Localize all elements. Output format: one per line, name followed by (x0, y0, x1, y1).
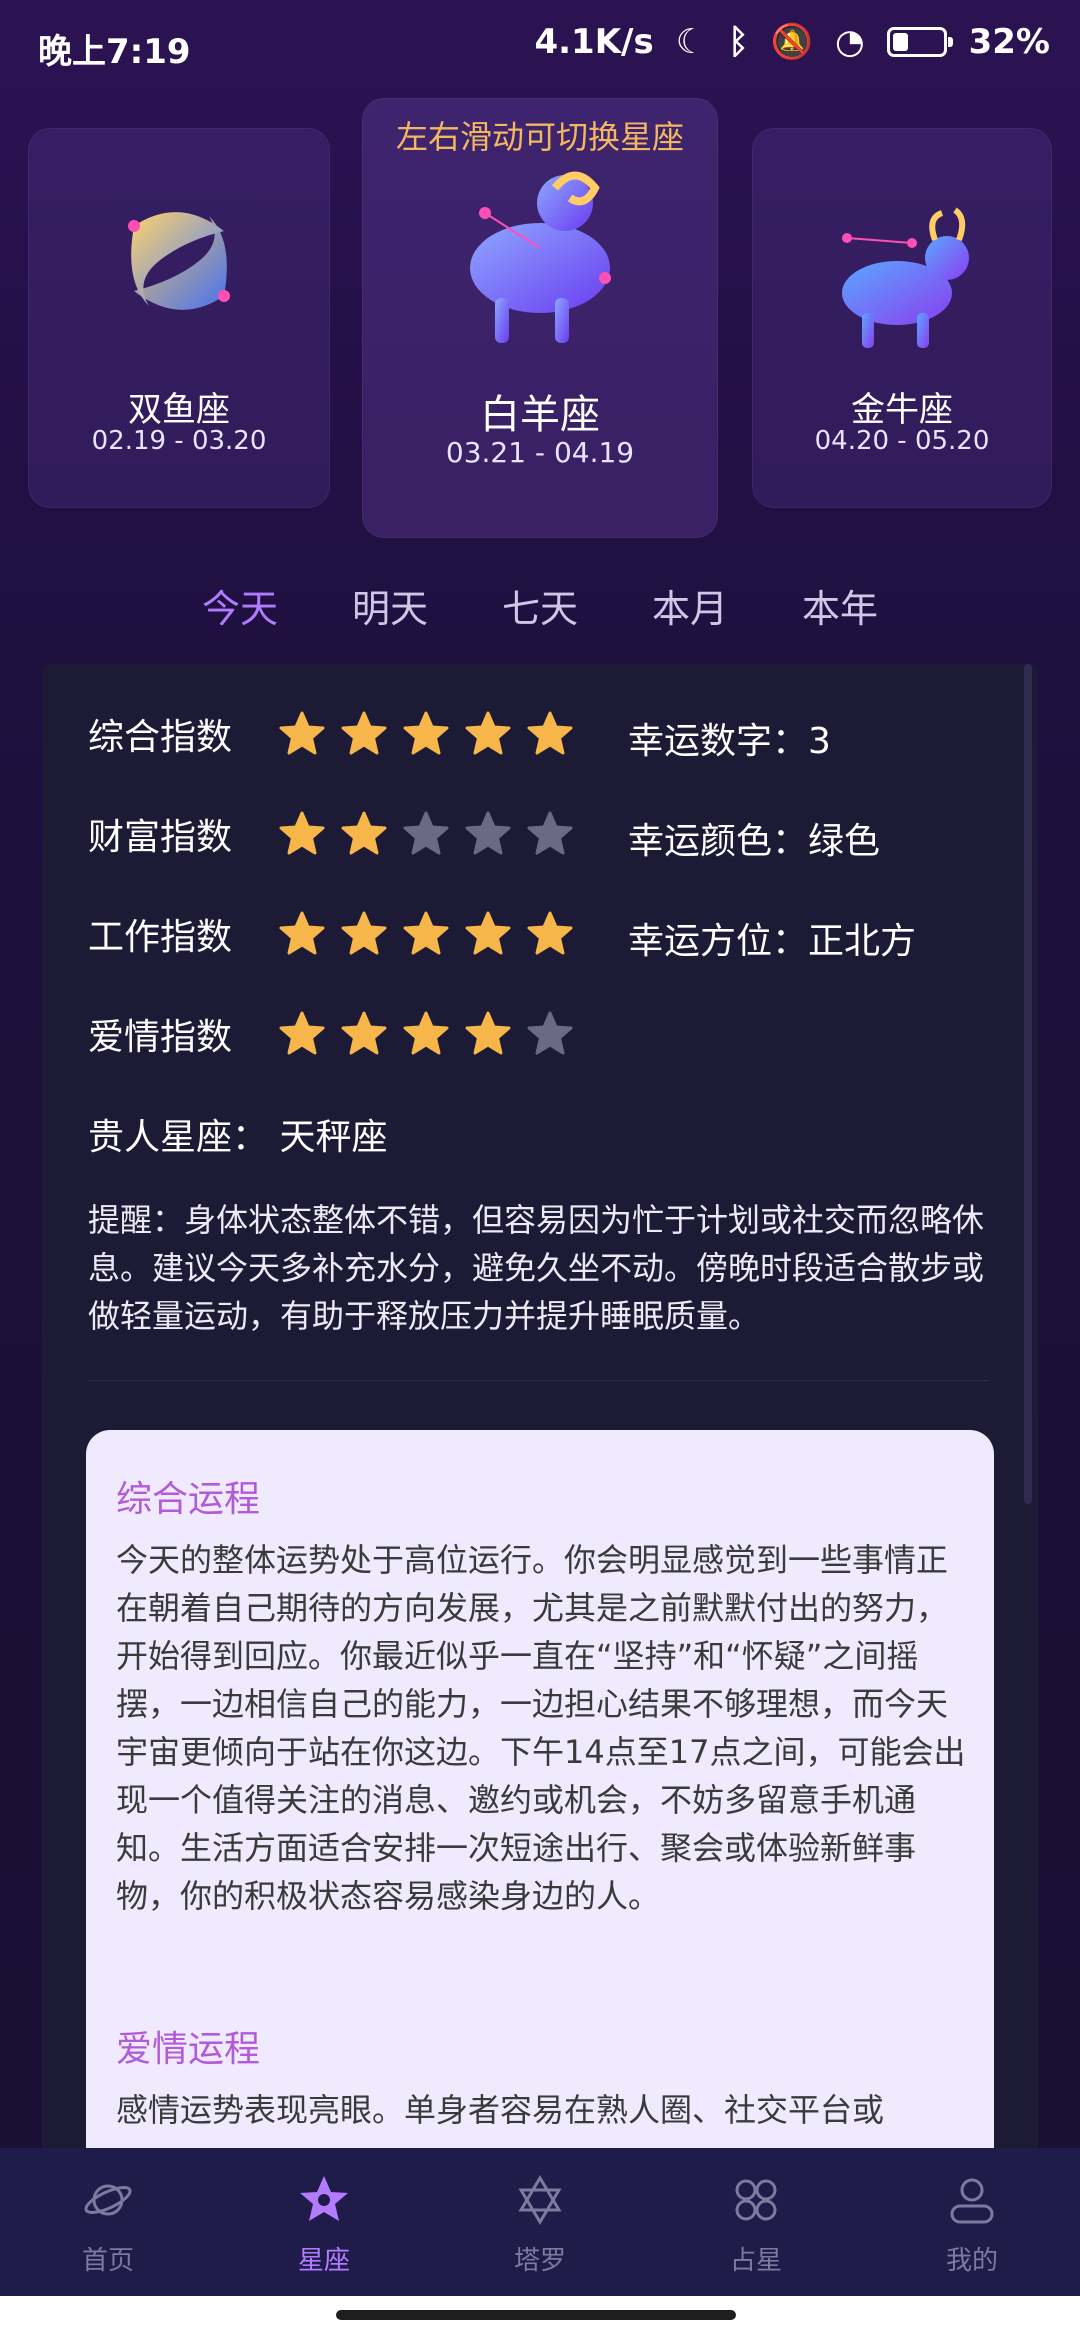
noble-sign: 贵人星座： 天秤座 (88, 1117, 388, 1158)
tab-year[interactable]: 本年 (765, 578, 915, 633)
zodiac-date-left: 02.19 - 03.20 (91, 426, 267, 456)
scrollbar[interactable] (1024, 664, 1032, 1504)
tab-tomorrow[interactable]: 明天 (315, 578, 465, 633)
zodiac-date-right: 04.20 - 05.20 (814, 426, 990, 456)
tab-month[interactable]: 本月 (615, 578, 765, 633)
index-row-wealth: 财富指数 (88, 808, 574, 860)
star-empty-icon (465, 811, 511, 855)
bottom-nav: 首页 星座 塔罗 占星 我的 (0, 2148, 1080, 2296)
nav-label: 首页 (81, 2246, 134, 2276)
status-icons: 4.1K/s ☾ ᛒ 🔕 ◔ 32% (534, 22, 1050, 62)
zodiac-date-center: 03.21 - 04.19 (445, 436, 635, 469)
star-icon (300, 2176, 348, 2221)
star-filled-icon (341, 811, 387, 855)
star-filled-icon (279, 911, 325, 955)
rating-stars (278, 810, 574, 858)
love-fortune-text: 感情运势表现亮眼。单身者容易在熟人圈、社交平台或 (116, 2091, 885, 2129)
zodiac-name-center: 白羊座 (480, 392, 600, 438)
rating-stars (278, 710, 574, 758)
index-row-general: 综合指数 (88, 708, 574, 760)
star-filled-icon (279, 811, 325, 855)
index-label: 工作指数 (88, 917, 233, 958)
taurus-icon (842, 207, 969, 348)
aries-icon (470, 171, 611, 343)
zodiac-name-left: 双鱼座 (128, 390, 230, 430)
zodiac-card-aries[interactable]: 白羊座 03.21 - 04.19 (362, 98, 718, 538)
fortune-card: 综合运程 今天的整体运势处于高位运行。你会明显感觉到一些事情正在朝着自己期待的方… (86, 1430, 994, 2170)
star-filled-icon (403, 911, 449, 955)
tab-today[interactable]: 今天 (165, 578, 315, 633)
general-fortune-title: 综合运程 (116, 1479, 261, 1520)
nav-label: 星座 (297, 2246, 350, 2276)
star-filled-icon (403, 711, 449, 755)
battery-percent: 32% (968, 22, 1050, 62)
star-filled-icon (279, 711, 325, 755)
nav-zodiac[interactable]: 星座 (216, 2148, 432, 2296)
star-filled-icon (403, 1011, 449, 1055)
star-filled-icon (341, 711, 387, 755)
star-filled-icon (527, 711, 573, 755)
nav-profile[interactable]: 我的 (864, 2148, 1080, 2296)
moon-icon: ☾ (675, 22, 707, 62)
swipe-hint: 左右滑动可切换星座 (395, 118, 684, 156)
rating-stars (278, 910, 574, 958)
status-time: 晚上7:19 (38, 32, 191, 72)
mute-icon: 🔕 (770, 22, 813, 62)
star-filled-icon (527, 911, 573, 955)
star-empty-icon (527, 811, 573, 855)
star-filled-icon (279, 1011, 325, 1055)
star-filled-icon (465, 711, 511, 755)
lucky-direction: 幸运方位：正北方 (628, 921, 917, 962)
lucky-color: 幸运颜色：绿色 (628, 821, 881, 862)
zodiac-name-right: 金牛座 (851, 390, 953, 430)
index-label: 综合指数 (88, 717, 233, 758)
index-label: 财富指数 (88, 817, 233, 858)
nav-label: 我的 (945, 2246, 998, 2276)
index-row-work: 工作指数 (88, 908, 574, 960)
pisces-icon (128, 212, 230, 310)
hexagram-icon (518, 2175, 562, 2225)
zodiac-card-taurus[interactable]: 金牛座 04.20 - 05.20 (752, 128, 1052, 508)
astro-icon (735, 2179, 777, 2221)
nav-astrology[interactable]: 占星 (648, 2148, 864, 2296)
star-filled-icon (465, 911, 511, 955)
bluetooth-icon: ᛒ (728, 22, 749, 62)
star-empty-icon (403, 811, 449, 855)
zodiac-card-pisces[interactable]: 双鱼座 02.19 - 03.20 (28, 128, 330, 508)
wifi-icon: ◔ (834, 22, 865, 62)
nav-label: 塔罗 (513, 2246, 566, 2276)
home-indicator[interactable] (336, 2310, 736, 2320)
user-icon (950, 2178, 994, 2224)
planet-icon (84, 2184, 132, 2216)
love-fortune-title: 爱情运程 (116, 2029, 261, 2070)
lucky-number: 幸运数字：3 (628, 721, 831, 762)
star-empty-icon (527, 1011, 573, 1055)
divider (88, 1380, 988, 1381)
network-speed: 4.1K/s (534, 22, 654, 62)
index-row-love: 爱情指数 (88, 1008, 574, 1060)
star-filled-icon (465, 1011, 511, 1055)
tab-week[interactable]: 七天 (465, 578, 615, 633)
general-fortune-text: 今天的整体运势处于高位运行。你会明显感觉到一些事情正在朝着自己期待的方向发展，尤… (116, 1541, 966, 1915)
nav-tarot[interactable]: 塔罗 (432, 2148, 648, 2296)
status-bar: 晚上7:19 4.1K/s ☾ ᛒ 🔕 ◔ 32% (0, 0, 1080, 92)
nav-home[interactable]: 首页 (0, 2148, 216, 2296)
star-filled-icon (341, 911, 387, 955)
star-filled-icon (341, 1011, 387, 1055)
reminder-text: 提醒：身体状态整体不错，但容易因为忙于计划或社交而忽略休息。建议今天多补充水分，… (88, 1201, 985, 1335)
index-label: 爱情指数 (88, 1017, 233, 1058)
period-tabs: 今天 明天 七天 本月 本年 (0, 578, 1080, 633)
battery-icon (886, 27, 953, 57)
rating-stars (278, 1010, 574, 1058)
nav-label: 占星 (729, 2246, 782, 2276)
